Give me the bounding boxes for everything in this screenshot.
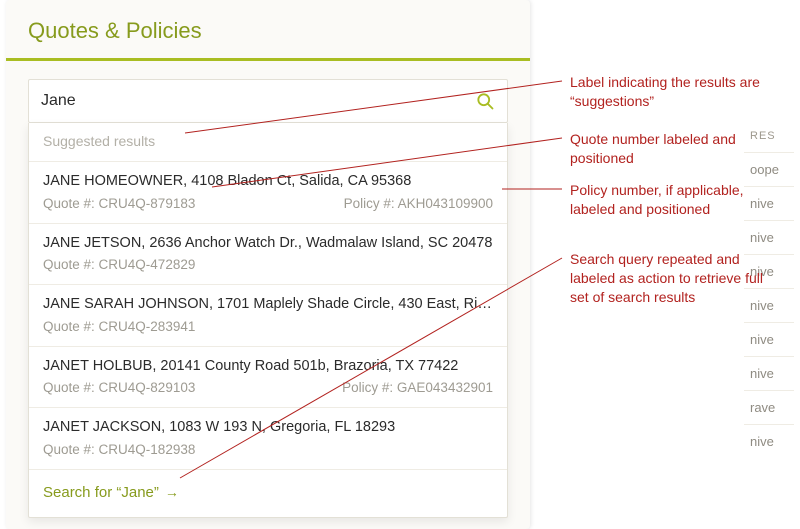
suggestion-item[interactable]: JANET HOLBUB, 20141 County Road 501b, Br… (29, 346, 507, 408)
suggestion-name-address: JANE HOMEOWNER, 4108 Bladon Ct, Salida, … (43, 172, 493, 192)
quote-number: CRU4Q-829103 (99, 380, 196, 395)
suggestion-item[interactable]: JANE SARAH JOHNSON, 1701 Maplely Shade C… (29, 284, 507, 346)
bg-row: nive (744, 424, 794, 458)
suggestion-meta: Quote #: CRU4Q-182938 (43, 442, 493, 457)
suggestion-item[interactable]: JANE JETSON, 2636 Anchor Watch Dr., Wadm… (29, 223, 507, 285)
suggestion-meta: Quote #: CRU4Q-283941 (43, 319, 493, 334)
quotes-panel: Quotes & Policies Suggested results JANE… (6, 0, 530, 529)
suggestion-meta: Quote #: CRU4Q-829103 Policy #: GAE04343… (43, 380, 493, 395)
search-input[interactable] (41, 92, 467, 110)
suggestion-name-address: JANET JACKSON, 1083 W 193 N, Gregoria, F… (43, 418, 493, 438)
bg-row: rave (744, 390, 794, 424)
search-for-prefix: Search for “ (43, 484, 121, 501)
quote-number: CRU4Q-182938 (99, 442, 196, 457)
search-for-action[interactable]: Search for “Jane” → (29, 469, 507, 517)
quote-label: Quote #: (43, 257, 99, 272)
arrow-right-icon: → (165, 484, 179, 500)
suggestions-dropdown: Suggested results JANE HOMEOWNER, 4108 B… (28, 123, 508, 518)
suggestion-name-address: JANET HOLBUB, 20141 County Road 501b, Br… (43, 357, 493, 377)
policy-label: Policy #: (342, 380, 397, 395)
search-box[interactable] (28, 79, 508, 123)
annotation-suggestions-label: Label indicating the results are “sugges… (570, 73, 780, 111)
quote-label: Quote #: (43, 442, 99, 457)
suggestion-name-address: JANE JETSON, 2636 Anchor Watch Dr., Wadm… (43, 234, 493, 254)
quote-number: CRU4Q-472829 (99, 257, 196, 272)
policy-number: GAE043432901 (397, 380, 493, 395)
annotation-policy-number: Policy number, if applicable, labeled an… (570, 181, 780, 219)
quote-label: Quote #: (43, 319, 99, 334)
suggestion-meta: Quote #: CRU4Q-472829 (43, 257, 493, 272)
quote-number: CRU4Q-283941 (99, 319, 196, 334)
policy-label: Policy #: (344, 196, 398, 211)
bg-row: nive (744, 220, 794, 254)
quote-label: Quote #: (43, 380, 99, 395)
suggestions-header-label: Suggested results (29, 123, 507, 161)
search-for-suffix: ” (154, 484, 159, 501)
annotation-search-action: Search query repeated and labeled as act… (570, 250, 780, 307)
bg-row: nive (744, 322, 794, 356)
policy-number: AKH043109900 (398, 196, 493, 211)
title-rule (6, 58, 530, 61)
search-for-query: Jane (121, 484, 154, 501)
search-wrap: Suggested results JANE HOMEOWNER, 4108 B… (28, 79, 508, 123)
suggestion-meta: Quote #: CRU4Q-879183 Policy #: AKH04310… (43, 196, 493, 211)
page-title: Quotes & Policies (6, 0, 530, 58)
quote-label: Quote #: (43, 196, 99, 211)
suggestion-name-address: JANE SARAH JOHNSON, 1701 Maplely Shade C… (43, 295, 493, 315)
quote-number: CRU4Q-879183 (99, 196, 196, 211)
bg-row: nive (744, 356, 794, 390)
annotation-quote-number: Quote number labeled and positioned (570, 130, 780, 168)
suggestion-item[interactable]: JANET JACKSON, 1083 W 193 N, Gregoria, F… (29, 407, 507, 469)
suggestion-item[interactable]: JANE HOMEOWNER, 4108 Bladon Ct, Salida, … (29, 161, 507, 223)
search-icon[interactable] (475, 91, 495, 111)
